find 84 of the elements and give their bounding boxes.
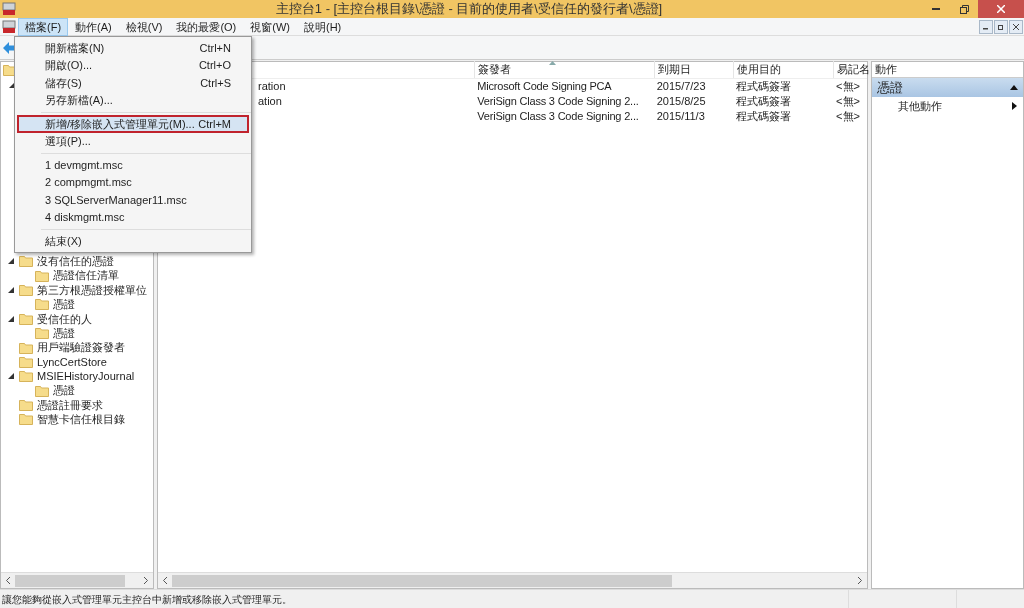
scroll-right-icon[interactable] bbox=[858, 577, 862, 584]
table-cell: 程式碼簽署 bbox=[736, 110, 792, 123]
table-cell: VeriSign Class 3 Code Signing 2... bbox=[477, 110, 639, 123]
mdi-restore-button[interactable] bbox=[994, 19, 1008, 34]
expanded-triangle-icon[interactable] bbox=[8, 286, 14, 293]
tree-item[interactable]: 受信任的人 bbox=[37, 310, 92, 327]
horizontal-scrollbar[interactable] bbox=[158, 572, 867, 588]
menu-option[interactable]: 4 diskmgmt.msc bbox=[17, 208, 249, 226]
tree-item[interactable]: 憑證信任清單 bbox=[53, 267, 119, 284]
scroll-right-icon[interactable] bbox=[144, 577, 148, 584]
mdi-close-button[interactable] bbox=[1009, 19, 1023, 34]
table-cell: <無> bbox=[836, 80, 860, 93]
expanded-triangle-icon[interactable] bbox=[8, 258, 14, 265]
folder-icon bbox=[19, 341, 33, 354]
tree-item[interactable]: 第三方根憑證授權單位 bbox=[37, 281, 147, 299]
table-cell: 2015/11/3 bbox=[656, 110, 705, 123]
menu-option[interactable]: 選項(P)... bbox=[17, 132, 249, 150]
folder-icon bbox=[35, 384, 49, 397]
scroll-left-icon[interactable] bbox=[6, 577, 10, 584]
console-icon bbox=[2, 2, 16, 16]
table-cell: VeriSign Class 3 Code Signing 2... bbox=[477, 95, 639, 108]
column-header[interactable]: 易記名 bbox=[833, 61, 867, 78]
minimize-icon bbox=[932, 8, 940, 10]
table-cell: <無> bbox=[836, 110, 860, 123]
tree-item[interactable]: 憑證 bbox=[53, 296, 75, 313]
menu-option[interactable]: 開新檔案(N) Ctrl+N bbox=[17, 39, 249, 57]
menu-item[interactable]: 視窗(W) bbox=[243, 17, 297, 36]
menu-item[interactable]: 動作(A) bbox=[68, 17, 119, 36]
expanded-triangle-icon[interactable] bbox=[8, 373, 14, 380]
table-cell: 程式碼簽署 bbox=[736, 95, 792, 108]
folder-icon bbox=[35, 327, 49, 340]
status-text: 讓您能夠從嵌入式管理單元主控台中新增或移除嵌入式管理單元。 bbox=[1, 592, 293, 607]
menu-option[interactable]: 1 devmgmt.msc bbox=[17, 156, 249, 174]
folder-icon bbox=[19, 255, 33, 268]
menu-item[interactable]: 檢視(V) bbox=[118, 17, 170, 36]
menu-option[interactable]: 結束(X) bbox=[17, 232, 249, 250]
table-cell: 2015/7/23 bbox=[656, 80, 706, 93]
tree-item[interactable]: LyncCertStore bbox=[37, 353, 107, 371]
menu-option[interactable]: 另存新檔(A)... bbox=[17, 91, 249, 109]
tree-item[interactable]: 沒有信任的憑證 bbox=[37, 252, 114, 270]
folder-icon bbox=[19, 413, 33, 426]
console-icon bbox=[2, 19, 16, 34]
folder-icon bbox=[35, 298, 49, 311]
menu-option[interactable]: 新增/移除嵌入式管理單元(M)... Ctrl+M bbox=[17, 115, 249, 133]
collapse-triangle-icon bbox=[1010, 85, 1018, 90]
table-cell: 2015/8/25 bbox=[656, 95, 706, 108]
folder-icon bbox=[35, 269, 49, 282]
scroll-left-icon[interactable] bbox=[163, 577, 167, 584]
folder-icon bbox=[19, 283, 33, 296]
table-cell: 程式碼簽署 bbox=[736, 80, 792, 93]
submenu-arrow-icon bbox=[1012, 102, 1017, 110]
close-icon bbox=[997, 5, 1005, 13]
column-header[interactable]: 到期日 bbox=[653, 61, 734, 78]
actions-section-header[interactable]: 憑證 bbox=[872, 78, 1023, 97]
menu-option[interactable]: 3 SQLServerManager11.msc bbox=[17, 191, 249, 209]
tree-item[interactable]: 憑證 bbox=[53, 324, 75, 342]
horizontal-scrollbar[interactable] bbox=[1, 572, 153, 588]
menu-option[interactable]: 開啟(O)... Ctrl+O bbox=[17, 56, 249, 74]
tree-item[interactable]: 智慧卡信任根目錄 bbox=[37, 411, 125, 428]
menu-item[interactable]: 我的最愛(O) bbox=[169, 17, 244, 36]
table-cell: <無> bbox=[836, 95, 860, 108]
tree-item[interactable]: 用戶端驗證簽發者 bbox=[37, 339, 125, 356]
column-header[interactable]: 簽發者 bbox=[474, 61, 654, 78]
folder-icon bbox=[19, 312, 33, 325]
restore-icon bbox=[959, 4, 969, 14]
table-cell: ation bbox=[258, 95, 282, 108]
folder-icon bbox=[19, 355, 33, 368]
folder-icon bbox=[19, 370, 33, 383]
menu-option[interactable]: 2 compmgmt.msc bbox=[17, 173, 249, 191]
menu-item[interactable]: 說明(H) bbox=[297, 17, 349, 36]
close-icon bbox=[1013, 23, 1019, 30]
folder-icon bbox=[19, 399, 33, 412]
expanded-triangle-icon[interactable] bbox=[8, 315, 14, 322]
tree-item[interactable]: 憑證 bbox=[53, 382, 75, 399]
table-cell: ration bbox=[258, 80, 286, 93]
column-header[interactable]: 使用目的 bbox=[733, 61, 833, 78]
tree-item[interactable]: MSIEHistoryJournal bbox=[37, 368, 135, 385]
tree-item[interactable]: 憑證註冊要求 bbox=[37, 396, 103, 414]
action-item[interactable]: 其他動作 bbox=[872, 97, 1023, 115]
mdi-minimize-button[interactable] bbox=[979, 19, 993, 34]
restore-icon bbox=[998, 23, 1004, 30]
window-title: 主控台1 - [主控台根目錄\憑證 - 目前的使用者\受信任的發行者\憑證] bbox=[274, 0, 664, 19]
table-cell: Microsoft Code Signing PCA bbox=[477, 80, 612, 93]
menu-option[interactable]: 儲存(S) Ctrl+S bbox=[17, 74, 249, 92]
